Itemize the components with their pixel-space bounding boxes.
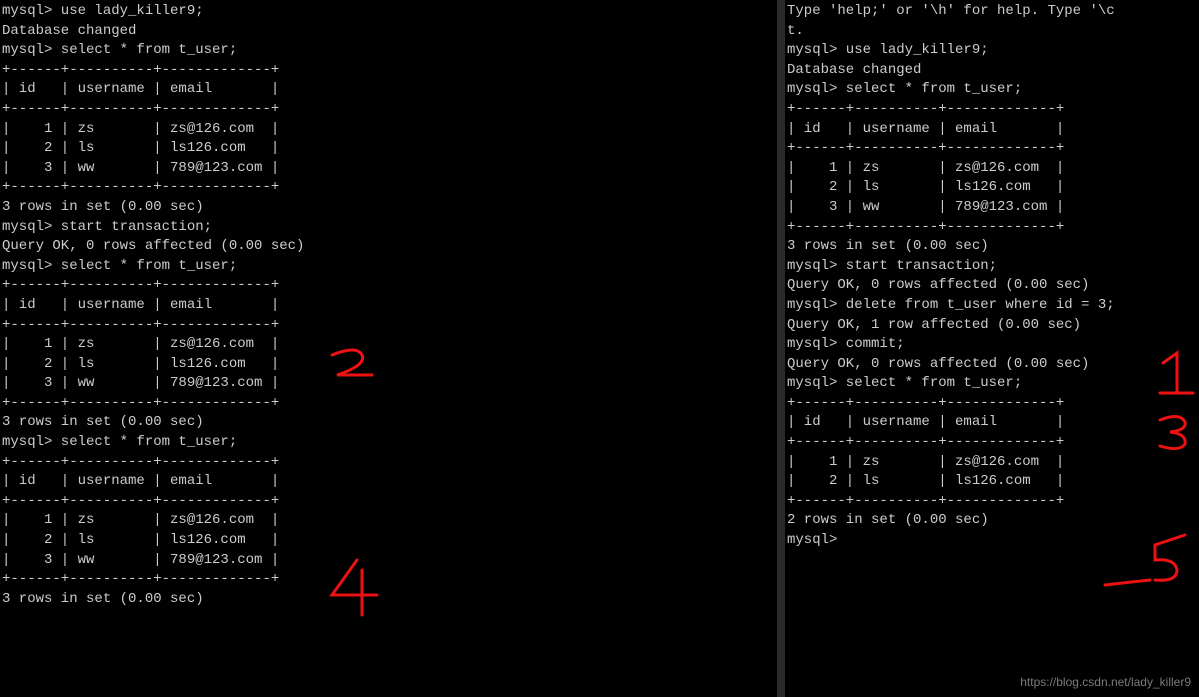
cmd-line: mysql> select * from t_user; — [787, 80, 1199, 100]
table-row: | 1 | zs | zs@126.com | — [787, 453, 1199, 473]
cmd-line: mysql> select * from t_user; — [787, 374, 1199, 394]
table-sep: +------+----------+-------------+ — [787, 394, 1199, 414]
cmd-line: mysql> select * from t_user; — [2, 41, 777, 61]
table-row: | 2 | ls | ls126.com | — [787, 178, 1199, 198]
cmd-line: mysql> delete from t_user where id = 3; — [787, 296, 1199, 316]
left-terminal[interactable]: mysql> use lady_killer9; Database change… — [0, 0, 785, 697]
table-header: | id | username | email | — [2, 296, 777, 316]
rows-msg: 3 rows in set (0.00 sec) — [787, 237, 1199, 257]
rows-msg: 3 rows in set (0.00 sec) — [2, 590, 777, 610]
output-line: Query OK, 0 rows affected (0.00 sec) — [787, 355, 1199, 375]
rows-msg: 2 rows in set (0.00 sec) — [787, 511, 1199, 531]
prompt-line: mysql> — [787, 531, 1199, 551]
cmd-line: mysql> use lady_killer9; — [2, 2, 777, 22]
table-header: | id | username | email | — [2, 80, 777, 100]
cmd-line: mysql> commit; — [787, 335, 1199, 355]
table-sep: +------+----------+-------------+ — [2, 100, 777, 120]
table-sep: +------+----------+-------------+ — [787, 139, 1199, 159]
output-line: Database changed — [2, 22, 777, 42]
cmd-line: mysql> select * from t_user; — [2, 257, 777, 277]
output-line: Type 'help;' or '\h' for help. Type '\c — [787, 2, 1199, 22]
rows-msg: 3 rows in set (0.00 sec) — [2, 198, 777, 218]
table-sep: +------+----------+-------------+ — [2, 178, 777, 198]
table-sep: +------+----------+-------------+ — [2, 276, 777, 296]
table-sep: +------+----------+-------------+ — [2, 61, 777, 81]
output-line: Database changed — [787, 61, 1199, 81]
output-line: t. — [787, 22, 1199, 42]
table-sep: +------+----------+-------------+ — [787, 100, 1199, 120]
table-row: | 3 | ww | 789@123.com | — [787, 198, 1199, 218]
table-row: | 2 | ls | ls126.com | — [787, 472, 1199, 492]
rows-msg: 3 rows in set (0.00 sec) — [2, 413, 777, 433]
cmd-line: mysql> use lady_killer9; — [787, 41, 1199, 61]
table-row: | 3 | ww | 789@123.com | — [2, 159, 777, 179]
watermark: https://blog.csdn.net/lady_killer9 — [1020, 674, 1191, 691]
table-row: | 1 | zs | zs@126.com | — [2, 335, 777, 355]
output-line: Query OK, 1 row affected (0.00 sec) — [787, 316, 1199, 336]
table-row: | 2 | ls | ls126.com | — [2, 355, 777, 375]
output-line: Query OK, 0 rows affected (0.00 sec) — [2, 237, 777, 257]
cmd-line: mysql> start transaction; — [2, 218, 777, 238]
table-row: | 1 | zs | zs@126.com | — [787, 159, 1199, 179]
table-header: | id | username | email | — [2, 472, 777, 492]
table-row: | 3 | ww | 789@123.com | — [2, 374, 777, 394]
table-sep: +------+----------+-------------+ — [2, 570, 777, 590]
table-row: | 3 | ww | 789@123.com | — [2, 551, 777, 571]
table-row: | 1 | zs | zs@126.com | — [2, 511, 777, 531]
table-sep: +------+----------+-------------+ — [2, 453, 777, 473]
cmd-line: mysql> start transaction; — [787, 257, 1199, 277]
table-header: | id | username | email | — [787, 120, 1199, 140]
table-sep: +------+----------+-------------+ — [2, 492, 777, 512]
table-sep: +------+----------+-------------+ — [2, 316, 777, 336]
terminal-panels: mysql> use lady_killer9; Database change… — [0, 0, 1199, 697]
right-terminal[interactable]: Type 'help;' or '\h' for help. Type '\c … — [785, 0, 1199, 697]
table-row: | 1 | zs | zs@126.com | — [2, 120, 777, 140]
cmd-line: mysql> select * from t_user; — [2, 433, 777, 453]
table-header: | id | username | email | — [787, 413, 1199, 433]
table-row: | 2 | ls | ls126.com | — [2, 531, 777, 551]
table-sep: +------+----------+-------------+ — [787, 218, 1199, 238]
table-sep: +------+----------+-------------+ — [787, 492, 1199, 512]
table-row: | 2 | ls | ls126.com | — [2, 139, 777, 159]
table-sep: +------+----------+-------------+ — [787, 433, 1199, 453]
table-sep: +------+----------+-------------+ — [2, 394, 777, 414]
output-line: Query OK, 0 rows affected (0.00 sec) — [787, 276, 1199, 296]
